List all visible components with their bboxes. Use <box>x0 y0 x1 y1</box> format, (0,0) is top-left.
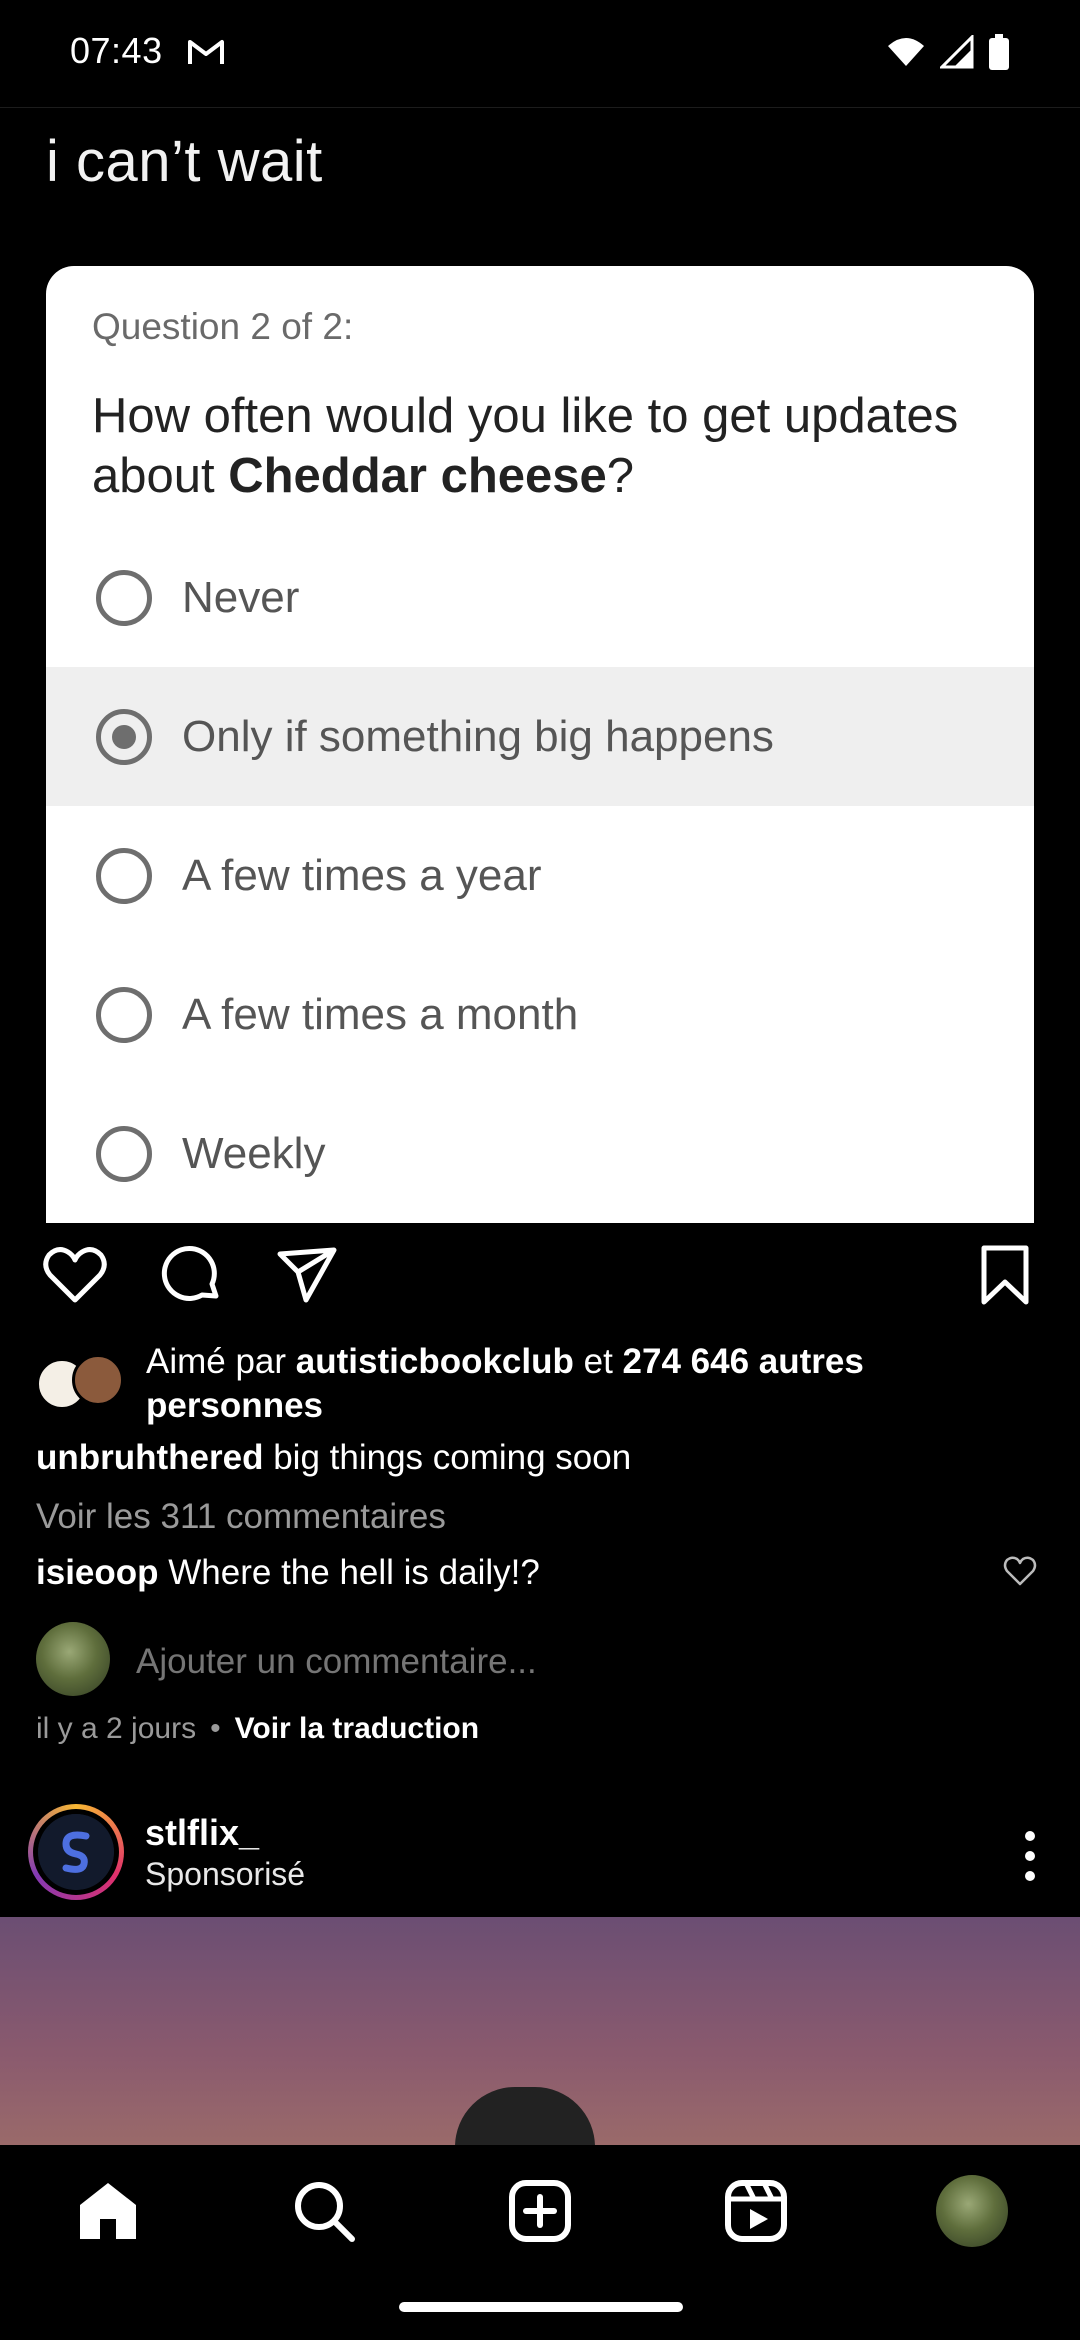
post-image[interactable]: i can’t wait Question 2 of 2: How often … <box>0 108 1080 1223</box>
comment-heart-icon[interactable] <box>1002 1553 1038 1589</box>
post-caption: unbruhthered big things coming soon <box>36 1438 631 1478</box>
option-label: Only if something big happens <box>182 711 774 761</box>
option-label: A few times a year <box>182 850 542 900</box>
heart-icon[interactable] <box>40 1240 110 1310</box>
comment-username[interactable]: isieoop <box>36 1553 159 1592</box>
share-icon[interactable] <box>272 1240 342 1310</box>
likes-prefix: Aimé par <box>146 1342 296 1381</box>
radio-empty-icon <box>96 847 152 904</box>
wifi-icon <box>888 38 924 66</box>
likes-user[interactable]: autisticbookclub <box>296 1342 574 1381</box>
comment-text: Where the hell is daily!? <box>158 1553 540 1592</box>
comment: isieoop Where the hell is daily!? <box>36 1553 540 1593</box>
survey-question: How often would you like to get updates … <box>92 386 1012 506</box>
likes-row[interactable]: Aimé par autisticbookclub et 274 646 aut… <box>36 1340 1046 1430</box>
option-label: Weekly <box>182 1128 326 1178</box>
post-actions <box>0 1240 1080 1320</box>
battery-icon <box>989 34 1009 70</box>
survey-question-bold: Cheddar cheese <box>228 449 607 503</box>
meme-caption: i can’t wait <box>46 129 323 194</box>
liker-avatars <box>36 1354 128 1414</box>
sponsored-label: Sponsorisé <box>145 1856 306 1892</box>
status-time: 07:43 <box>70 30 163 71</box>
option-label: A few times a month <box>182 989 579 1039</box>
avatar <box>72 1354 124 1406</box>
survey-question-number: Question 2 of 2: <box>92 306 354 347</box>
survey-option: Never <box>46 528 1034 667</box>
comment-icon[interactable] <box>156 1240 226 1310</box>
likes-text[interactable]: Aimé par autisticbookclub et 274 646 aut… <box>146 1340 1026 1428</box>
avatar <box>36 1622 110 1696</box>
radio-empty-icon <box>96 569 152 626</box>
survey-question-suffix: ? <box>606 449 635 503</box>
status-bar: 07:43 <box>0 0 1080 108</box>
post-meta: il y a 2 jours • Voir la traduction <box>36 1712 479 1746</box>
add-comment-input[interactable] <box>136 1640 1016 1684</box>
bookmark-icon[interactable] <box>970 1240 1040 1310</box>
caption-text: big things coming soon <box>263 1438 632 1477</box>
story-inner <box>33 1809 119 1895</box>
survey-option: Weekly <box>46 1084 1034 1223</box>
next-post-image[interactable] <box>0 1917 1080 2145</box>
story-ring[interactable] <box>28 1804 124 1900</box>
home-icon[interactable] <box>72 2175 144 2247</box>
next-post-header: stlflix_ Sponsorisé <box>0 1800 1080 1910</box>
search-icon[interactable] <box>288 2175 360 2247</box>
radio-empty-icon <box>96 1125 152 1182</box>
separator-dot: • <box>210 1712 221 1745</box>
more-options-icon[interactable] <box>1020 1826 1040 1886</box>
translate-link[interactable]: Voir la traduction <box>235 1712 479 1745</box>
reels-icon[interactable] <box>720 2175 792 2247</box>
radio-checked-icon <box>96 708 152 765</box>
survey-option-selected: Only if something big happens <box>46 667 1034 806</box>
view-comments-link[interactable]: Voir les 311 commentaires <box>36 1497 446 1537</box>
gmail-icon <box>188 40 224 64</box>
survey-option: A few times a year <box>46 806 1034 945</box>
time-ago: il y a 2 jours <box>36 1712 197 1745</box>
caption-username[interactable]: unbruhthered <box>36 1438 263 1477</box>
profile-avatar[interactable] <box>936 2175 1008 2247</box>
survey-option: A few times a month <box>46 945 1034 1084</box>
stlflix-logo-icon <box>38 1814 114 1890</box>
person-silhouette <box>455 2087 595 2145</box>
likes-middle: et <box>573 1342 623 1381</box>
home-indicator[interactable] <box>399 2302 683 2312</box>
status-icons <box>886 34 1010 70</box>
survey-options: Never Only if something big happens A fe… <box>46 528 1034 1223</box>
create-icon[interactable] <box>504 2175 576 2247</box>
option-label: Never <box>182 572 300 622</box>
radio-empty-icon <box>96 986 152 1043</box>
signal-icon <box>940 35 974 69</box>
poster-username[interactable]: stlflix_ <box>145 1812 259 1854</box>
add-comment-row[interactable] <box>36 1622 1046 1698</box>
survey-card: Question 2 of 2: How often would you lik… <box>46 266 1034 1223</box>
